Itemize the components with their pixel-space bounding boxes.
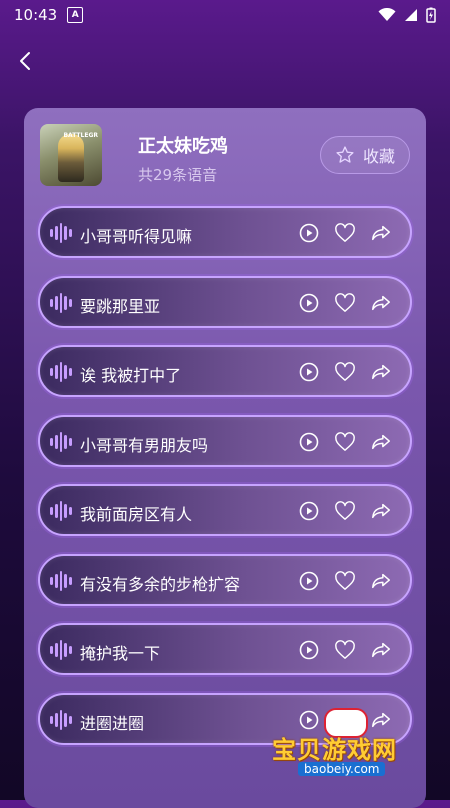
- voice-item-label: 进圈进圈: [80, 713, 145, 733]
- share-icon: [372, 573, 390, 588]
- voice-item-actions: [298, 221, 392, 245]
- like-button[interactable]: [334, 431, 356, 453]
- voice-item-actions: [298, 638, 392, 662]
- watermark-url: baobeiy.com: [298, 762, 386, 776]
- play-icon: [299, 640, 319, 660]
- voice-item-label: 我前面房区有人: [80, 505, 193, 524]
- share-icon: [372, 503, 390, 519]
- like-button[interactable]: [334, 639, 356, 661]
- play-button[interactable]: [298, 639, 320, 661]
- like-button[interactable]: [334, 222, 356, 244]
- share-icon: [372, 642, 390, 658]
- share-button[interactable]: [370, 500, 392, 522]
- album-title: 正太妹吃鸡: [138, 136, 228, 157]
- notification-a-icon: A: [67, 7, 84, 23]
- voice-item[interactable]: 要跳那里亚: [38, 275, 412, 328]
- star-icon: [336, 146, 354, 163]
- play-icon: [299, 223, 319, 243]
- play-icon: [299, 293, 319, 312]
- play-icon: [299, 362, 319, 382]
- battery-icon: [426, 7, 436, 23]
- play-icon: [299, 501, 319, 521]
- voice-item[interactable]: 掩护我一下: [38, 623, 412, 675]
- heart-icon: [335, 570, 355, 590]
- audio-wave-icon: [50, 639, 72, 661]
- cover-logo: BATTLEGR: [63, 132, 98, 139]
- share-button[interactable]: [370, 431, 392, 453]
- voice-item-label: 小哥哥听得见嘛: [80, 227, 193, 246]
- album-header: BATTLEGR 正太妹吃鸡 共29条语音 收藏: [40, 124, 410, 186]
- voice-item-label: 要跳那里亚: [80, 296, 161, 316]
- share-icon: [372, 434, 390, 449]
- wifi-icon: [378, 8, 396, 21]
- voice-item[interactable]: 有没有多余的步枪扩容: [38, 553, 412, 606]
- play-icon: [299, 432, 319, 451]
- heart-icon: [335, 362, 355, 381]
- voice-item[interactable]: 小哥哥有男朋友吗: [38, 414, 412, 467]
- play-button[interactable]: [298, 431, 320, 453]
- play-icon: [299, 571, 319, 590]
- play-button[interactable]: [298, 500, 320, 522]
- voice-pack-panel: BATTLEGR 正太妹吃鸡 共29条语音 收藏 小哥哥听得见嘛 要跳那里亚诶 我…: [24, 108, 426, 808]
- audio-wave-icon: [50, 222, 72, 244]
- voice-item-actions: [298, 569, 392, 593]
- watermark-logo: 宝贝游戏网 baobeiy.com: [268, 708, 438, 780]
- voice-item-label: 小哥哥有男朋友吗: [80, 435, 209, 455]
- share-button[interactable]: [370, 222, 392, 244]
- voice-item-label: 诶 我被打中了: [80, 366, 182, 385]
- back-button[interactable]: [12, 48, 38, 74]
- play-button[interactable]: [298, 361, 320, 383]
- share-icon: [372, 364, 390, 380]
- voice-item[interactable]: 小哥哥听得见嘛: [38, 206, 412, 258]
- voice-item[interactable]: 我前面房区有人: [38, 484, 412, 536]
- audio-wave-icon: [50, 500, 72, 522]
- like-button[interactable]: [334, 500, 356, 522]
- heart-icon: [335, 431, 355, 451]
- watermark-text: 宝贝游戏网: [272, 736, 397, 764]
- play-button[interactable]: [298, 570, 320, 592]
- status-time: 10:43: [14, 6, 58, 24]
- share-button[interactable]: [370, 639, 392, 661]
- audio-wave-icon: [50, 361, 72, 383]
- share-button[interactable]: [370, 292, 392, 314]
- play-button[interactable]: [298, 222, 320, 244]
- voice-item-actions: [298, 430, 392, 454]
- album-cover-image: BATTLEGR: [40, 124, 102, 186]
- voice-count: 共29条语音: [138, 166, 218, 184]
- voice-item-actions: [298, 499, 392, 523]
- chevron-left-icon: [20, 52, 30, 70]
- audio-wave-icon: [50, 709, 72, 731]
- signal-icon: [405, 9, 417, 21]
- like-button[interactable]: [334, 570, 356, 592]
- favorite-button[interactable]: 收藏: [320, 136, 410, 174]
- heart-icon: [335, 501, 355, 520]
- audio-wave-icon: [50, 292, 72, 314]
- like-button[interactable]: [334, 361, 356, 383]
- heart-icon: [335, 640, 355, 659]
- play-button[interactable]: [298, 292, 320, 314]
- voice-item-label: 有没有多余的步枪扩容: [80, 574, 241, 594]
- voice-list: 小哥哥听得见嘛 要跳那里亚诶 我被打中了小哥哥有男朋友吗 我前面房区有人有没有多余的…: [38, 206, 412, 762]
- audio-wave-icon: [50, 570, 72, 592]
- heart-icon: [335, 223, 355, 242]
- like-button[interactable]: [334, 292, 356, 314]
- share-icon: [372, 225, 390, 241]
- share-button[interactable]: [370, 361, 392, 383]
- share-button[interactable]: [370, 570, 392, 592]
- share-icon: [372, 295, 390, 310]
- voice-item-actions: [298, 291, 392, 315]
- favorite-label: 收藏: [362, 147, 395, 166]
- voice-item-actions: [298, 360, 392, 384]
- status-bar: 10:43 A: [0, 0, 450, 30]
- audio-wave-icon: [50, 431, 72, 453]
- heart-icon: [335, 292, 355, 312]
- voice-item-label: 掩护我一下: [80, 644, 161, 663]
- voice-item[interactable]: 诶 我被打中了: [38, 345, 412, 397]
